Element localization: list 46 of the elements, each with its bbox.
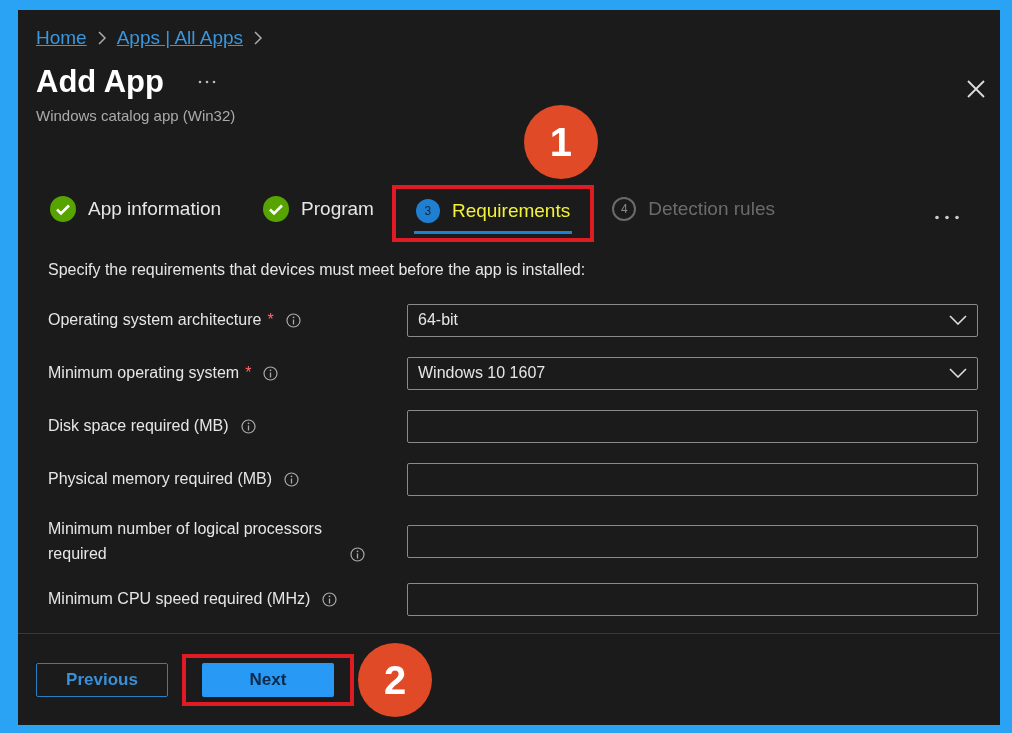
step-number: 3 (415, 199, 440, 223)
next-button[interactable]: Next (202, 662, 334, 697)
field-label: Minimum number of logical processors required (48, 518, 323, 565)
wizard-step-tab[interactable]: App information (48, 194, 224, 233)
step-number: 4 (612, 197, 637, 221)
previous-button[interactable]: Previous (36, 662, 168, 697)
chevron-down-icon (949, 315, 967, 325)
input-field[interactable] (407, 409, 978, 443)
field-label: Minimum operating system (48, 363, 240, 384)
wizard-step-tab[interactable]: 3 Requirements (413, 196, 573, 235)
field-label: Operating system architecture (48, 310, 262, 331)
required-marker: * (267, 310, 274, 331)
info-icon (322, 592, 338, 607)
field-label: Minimum CPU speed required (MHz) (48, 589, 311, 610)
info-icon (263, 365, 279, 381)
breadcrumb-link[interactable]: Home (36, 24, 87, 53)
more-icon (934, 215, 960, 221)
page-subtitle: Windows catalog app (Win32) (35, 106, 237, 126)
description-text: Specify the requirements that devices must meet before the app is installed: (47, 259, 587, 280)
more-icon (198, 79, 216, 84)
info-icon (284, 471, 300, 487)
info-icon (240, 418, 256, 434)
close-icon (966, 78, 986, 99)
field-label: Physical memory required (MB) (48, 469, 273, 490)
dropdown-value: 64-bit (418, 310, 459, 330)
wizard-step-tab[interactable]: Program (261, 194, 376, 233)
chevron-icon (253, 31, 264, 46)
page-title: Add App (36, 62, 164, 101)
input-field[interactable] (407, 462, 978, 496)
info-icon (350, 546, 365, 562)
callout-marker: 2 (358, 642, 432, 717)
dropdown-field[interactable]: Windows 10 1607 (407, 356, 978, 390)
required-marker: * (245, 363, 252, 384)
wizard-step-tab[interactable]: 4 Detection rules (610, 194, 777, 233)
input-field[interactable] (407, 582, 978, 616)
breadcrumb-link[interactable]: Apps | All Apps (116, 24, 244, 53)
field-label: Disk space required (MB) (48, 416, 229, 437)
dropdown-field[interactable]: 64-bit (407, 303, 978, 337)
callout-marker: 1 (523, 104, 598, 179)
dropdown-value: Windows 10 1607 (418, 363, 546, 383)
input-field[interactable] (407, 524, 978, 558)
chevron-down-icon (949, 368, 967, 378)
chevron-icon (96, 31, 107, 46)
check-icon (50, 196, 76, 222)
info-icon (285, 312, 301, 328)
check-icon (263, 196, 290, 222)
